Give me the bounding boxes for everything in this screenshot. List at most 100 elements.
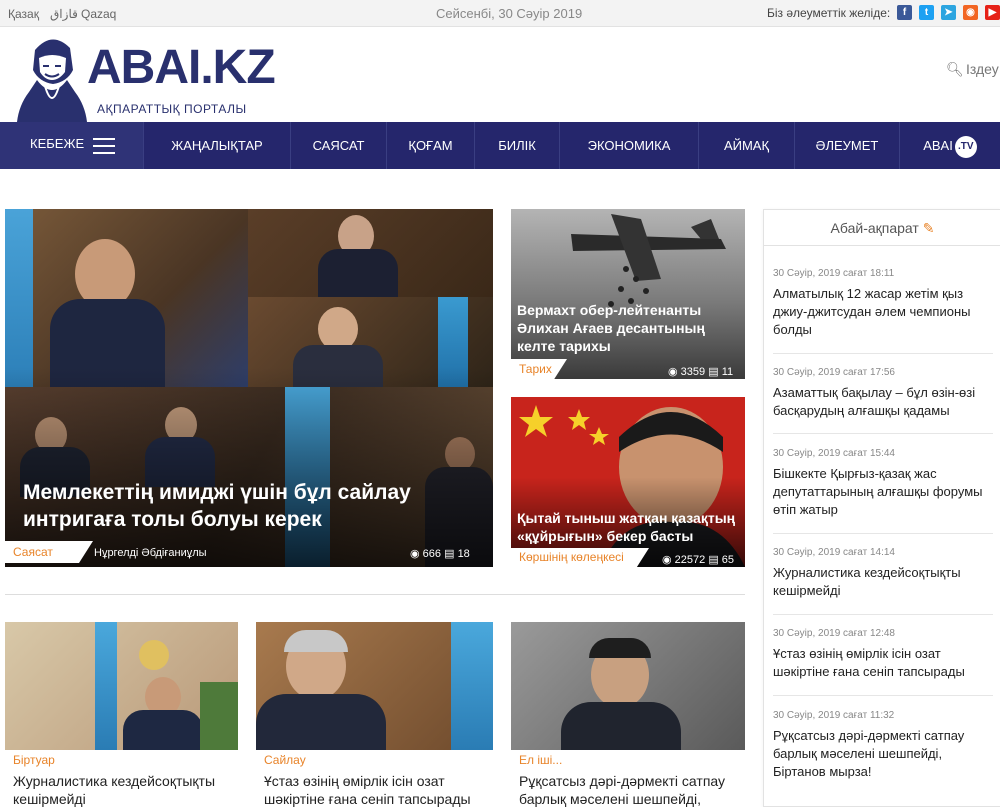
article-title[interactable]: Журналистика кездейсоқтықты кешірмейді bbox=[13, 772, 233, 807]
feature-overlay bbox=[5, 367, 493, 567]
menu-button[interactable]: КЕБЕЖЕ bbox=[0, 122, 143, 169]
news-headline[interactable]: Алматылық 12 жасар жетім қыз джиу-джитсу… bbox=[773, 285, 993, 339]
news-headline[interactable]: Журналистика кездейсоқтықты кешірмейді bbox=[773, 564, 993, 600]
feature-category[interactable]: Саясат bbox=[5, 541, 93, 563]
view-count: 22572 bbox=[674, 554, 706, 566]
news-time: 30 Сәуір, 2019 сағат 15:44 bbox=[773, 448, 895, 459]
article-card-neighbor[interactable]: Қытай тыныш жатқан қазақтың «құйрығын» б… bbox=[511, 397, 745, 567]
bottom-article-card[interactable]: Ел іші... Рұқсатсыз дәрі-дәрмекті сатпау… bbox=[511, 622, 745, 807]
sidebar-news-item[interactable]: 30 Сәуір, 2019 сағат 11:32 Рұқсатсыз дәр… bbox=[773, 710, 993, 781]
news-time: 30 Сәуір, 2019 сағат 14:14 bbox=[773, 547, 895, 558]
current-date: Сейсенбі, 30 Сәуір 2019 bbox=[436, 6, 583, 21]
news-time: 30 Сәуір, 2019 сағат 17:56 bbox=[773, 367, 895, 378]
sidebar-news-item[interactable]: 30 Сәуір, 2019 сағат 17:56 Азаматтық бақ… bbox=[773, 367, 993, 420]
comment-count: 65 bbox=[721, 554, 735, 566]
feature-stats: ◉ 666 ▤ 18 bbox=[410, 547, 470, 560]
comment-icon: ▤ bbox=[708, 554, 719, 566]
article-category[interactable]: Сайлау bbox=[256, 750, 314, 770]
search-icon[interactable]: 🔍︎ bbox=[946, 61, 964, 78]
sidebar-news-item[interactable]: 30 Сәуір, 2019 сағат 15:44 Бішкекте Қырғ… bbox=[773, 448, 993, 519]
comment-count: 18 bbox=[457, 548, 470, 560]
section-divider bbox=[5, 594, 745, 595]
logo-text: ABAI.KZ bbox=[87, 41, 276, 94]
feature-article[interactable]: Мемлекеттің имиджі үшін бұл сайлау интри… bbox=[5, 209, 493, 567]
news-feed-sidebar: Абай-ақпарат ✎ 30 Сәуір, 2019 сағат 18:1… bbox=[763, 209, 1000, 807]
nav-item-region[interactable]: АЙМАҚ bbox=[698, 122, 794, 169]
photo-president bbox=[5, 209, 248, 387]
news-time: 30 Сәуір, 2019 сағат 12:48 bbox=[773, 628, 895, 639]
nav-item-society[interactable]: ҚОҒАМ bbox=[386, 122, 474, 169]
sidebar-news-item[interactable]: 30 Сәуір, 2019 сағат 14:14 Журналистика … bbox=[773, 547, 993, 600]
nav-item-news[interactable]: ЖАҢАЛЫҚТАР bbox=[143, 122, 290, 169]
eye-icon: ◉ bbox=[662, 554, 672, 566]
photo-official-1 bbox=[248, 209, 493, 297]
page: Қазақ قازاق Qazaq Сейсенбі, 30 Сәуір 201… bbox=[0, 0, 1000, 807]
youtube-icon[interactable]: ▶ bbox=[985, 5, 1000, 20]
bottom-article-card[interactable]: Сайлау Ұстаз өзінің өмірлік ісін озат шә… bbox=[256, 622, 493, 807]
view-count: 666 bbox=[422, 548, 442, 560]
twitter-icon[interactable]: t bbox=[919, 5, 934, 20]
sidebar-header: Абай-ақпарат ✎ bbox=[764, 210, 1000, 246]
comment-icon: ▤ bbox=[708, 366, 719, 378]
card-title[interactable]: Вермахт обер-лейтенанты Әлихан Ағаев дес… bbox=[517, 301, 742, 355]
article-card-history[interactable]: Вермахт обер-лейтенанты Әлихан Ағаев дес… bbox=[511, 209, 745, 379]
lang-kazakh-latin[interactable]: Qazaq bbox=[81, 7, 116, 21]
comment-icon: ▤ bbox=[444, 548, 455, 560]
rss-icon[interactable]: ◉ bbox=[963, 5, 978, 20]
divider bbox=[773, 353, 993, 354]
divider bbox=[773, 695, 993, 696]
feature-title[interactable]: Мемлекеттің имиджі үшін бұл сайлау интри… bbox=[23, 479, 423, 533]
top-bar: Қазақ قازاق Qazaq Сейсенбі, 30 Сәуір 201… bbox=[0, 0, 1000, 27]
eye-icon: ◉ bbox=[668, 366, 678, 378]
article-title[interactable]: Рұқсатсыз дәрі-дәрмекті сатпау барлық мә… bbox=[519, 772, 741, 807]
card-title[interactable]: Қытай тыныш жатқан қазақтың «құйрығын» б… bbox=[517, 509, 742, 545]
nav-item-social[interactable]: ӘЛЕУМЕТ bbox=[794, 122, 899, 169]
abai-tv-label: ABAI bbox=[923, 138, 953, 153]
card-category[interactable]: Тарих bbox=[511, 359, 567, 379]
card-stats: ◉ 3359 ▤ 11 bbox=[668, 365, 733, 378]
news-headline[interactable]: Бішкекте Қырғыз-қазақ жас депутаттарының… bbox=[773, 465, 993, 519]
tv-badge-icon: .TV bbox=[954, 135, 977, 158]
logo-subtitle: АҚПАРАТТЫҚ ПОРТАЛЫ bbox=[97, 102, 247, 116]
article-image bbox=[5, 622, 238, 750]
view-count: 3359 bbox=[680, 366, 706, 378]
card-category[interactable]: Көршінің көлеңкесі bbox=[511, 548, 649, 567]
social-label: Біз әлеуметтік желіде: bbox=[767, 6, 891, 20]
bottom-article-card[interactable]: Біртуар Журналистика кездейсоқтықты кеші… bbox=[5, 622, 238, 807]
main-nav: КЕБЕЖЕ ЖАҢАЛЫҚТАР САЯСАТ ҚОҒАМ БИЛІК ЭКО… bbox=[0, 122, 1000, 169]
facebook-icon[interactable]: f bbox=[897, 5, 912, 20]
article-title[interactable]: Ұстаз өзінің өмірлік ісін озат шәкіртіне… bbox=[264, 772, 489, 807]
abai-portrait-icon bbox=[17, 39, 87, 122]
feather-icon: ✎ bbox=[922, 220, 935, 236]
article-image bbox=[256, 622, 493, 750]
nav-item-abai-tv[interactable]: ABAI .TV bbox=[899, 122, 1000, 169]
nav-item-power[interactable]: БИЛІК bbox=[474, 122, 559, 169]
sidebar-news-item[interactable]: 30 Сәуір, 2019 сағат 18:11 Алматылық 12 … bbox=[773, 268, 993, 339]
menu-label: КЕБЕЖЕ bbox=[30, 136, 85, 151]
feature-author[interactable]: Нұргелді Әбдіғаниұлы bbox=[94, 547, 207, 559]
divider bbox=[773, 614, 993, 615]
comment-count: 11 bbox=[721, 366, 734, 378]
site-logo[interactable]: ABAI.KZ АҚПАРАТТЫҚ ПОРТАЛЫ bbox=[15, 30, 276, 122]
lang-kazakh-arabic[interactable]: قازاق bbox=[50, 7, 78, 21]
telegram-icon[interactable]: ➤ bbox=[941, 5, 956, 20]
search-input[interactable]: Іздеу bbox=[966, 61, 999, 77]
sidebar-title: Абай-ақпарат bbox=[830, 220, 919, 236]
article-image bbox=[511, 622, 745, 750]
nav-item-politics[interactable]: САЯСАТ bbox=[290, 122, 386, 169]
news-headline[interactable]: Азаматтық бақылау – бұл өзін-өзі басқару… bbox=[773, 384, 993, 420]
news-time: 30 Сәуір, 2019 сағат 18:11 bbox=[773, 268, 895, 279]
eye-icon: ◉ bbox=[410, 548, 420, 560]
sidebar-news-item[interactable]: 30 Сәуір, 2019 сағат 12:48 Ұстаз өзінің … bbox=[773, 628, 993, 681]
article-category[interactable]: Біртуар bbox=[5, 750, 63, 770]
divider bbox=[773, 533, 993, 534]
news-headline[interactable]: Рұқсатсыз дәрі-дәрмекті сатпау барлық мә… bbox=[773, 727, 993, 781]
news-time: 30 Сәуір, 2019 сағат 11:32 bbox=[773, 710, 895, 721]
hamburger-icon bbox=[93, 138, 115, 159]
nav-item-economy[interactable]: ЭКОНОМИКА bbox=[559, 122, 698, 169]
lang-kazakh-cyrillic[interactable]: Қазақ bbox=[8, 7, 39, 21]
card-stats: ◉ 22572 ▤ 65 bbox=[662, 553, 734, 566]
article-category[interactable]: Ел іші... bbox=[511, 750, 571, 770]
news-headline[interactable]: Ұстаз өзінің өмірлік ісін озат шәкіртіне… bbox=[773, 645, 993, 681]
divider bbox=[773, 433, 993, 434]
